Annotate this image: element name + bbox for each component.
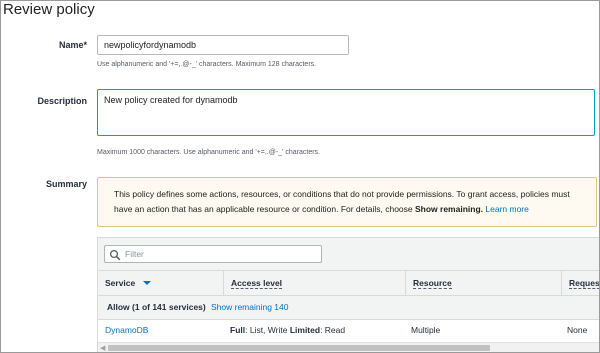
resource-cell: Multiple <box>411 325 441 335</box>
page-title: Review policy <box>3 1 95 18</box>
review-policy-panel: Review policy Name* newpolicyfordynamodb… <box>0 0 600 353</box>
scroll-left-arrow-icon[interactable]: ◀ <box>100 344 105 352</box>
filter-bar: Filter <box>98 238 599 270</box>
filter-placeholder: Filter <box>125 249 144 259</box>
summary-table: Filter Service Access level Resource Req… <box>97 237 599 352</box>
table-row: DynamoDB Full: List, Write Limited: Read… <box>98 320 599 342</box>
summary-label: Summary <box>45 179 87 189</box>
name-hint: Use alphanumeric and '+=,.@-_' character… <box>97 61 317 68</box>
scrollbar-thumb[interactable] <box>108 345 490 351</box>
filter-input[interactable]: Filter <box>104 245 322 263</box>
search-icon <box>109 249 121 261</box>
service-link[interactable]: DynamoDB <box>105 325 148 335</box>
description-hint: Maximum 1000 characters. Use alphanumeri… <box>97 149 320 156</box>
summary-notice: This policy defines some actions, resour… <box>97 177 597 227</box>
request-condition-cell: None <box>567 325 588 335</box>
horizontal-scrollbar[interactable]: ◀ <box>98 342 599 352</box>
learn-more-link[interactable]: Learn more <box>485 204 528 214</box>
column-resource[interactable]: Resource <box>406 271 561 295</box>
table-header: Service Access level Resource Reques <box>98 270 599 296</box>
show-remaining-link[interactable]: Show remaining 140 <box>211 302 289 312</box>
column-access-level[interactable]: Access level <box>224 271 405 295</box>
notice-bold-text: Show remaining. <box>415 204 484 214</box>
column-service[interactable]: Service <box>98 271 223 295</box>
allow-group-row: Allow (1 of 141 services) Show remaining… <box>98 296 599 320</box>
description-label: Description <box>37 96 87 106</box>
name-input[interactable]: newpolicyfordynamodb <box>97 35 349 55</box>
name-label: Name* <box>58 40 87 50</box>
column-request-condition[interactable]: Reques <box>562 271 599 295</box>
sort-down-icon <box>142 281 151 285</box>
access-level-cell: Full: List, Write Limited: Read <box>230 325 346 335</box>
allow-group-label: Allow (1 of 141 services) <box>107 302 206 312</box>
description-textarea[interactable]: New policy created for dynamodb <box>97 89 595 136</box>
